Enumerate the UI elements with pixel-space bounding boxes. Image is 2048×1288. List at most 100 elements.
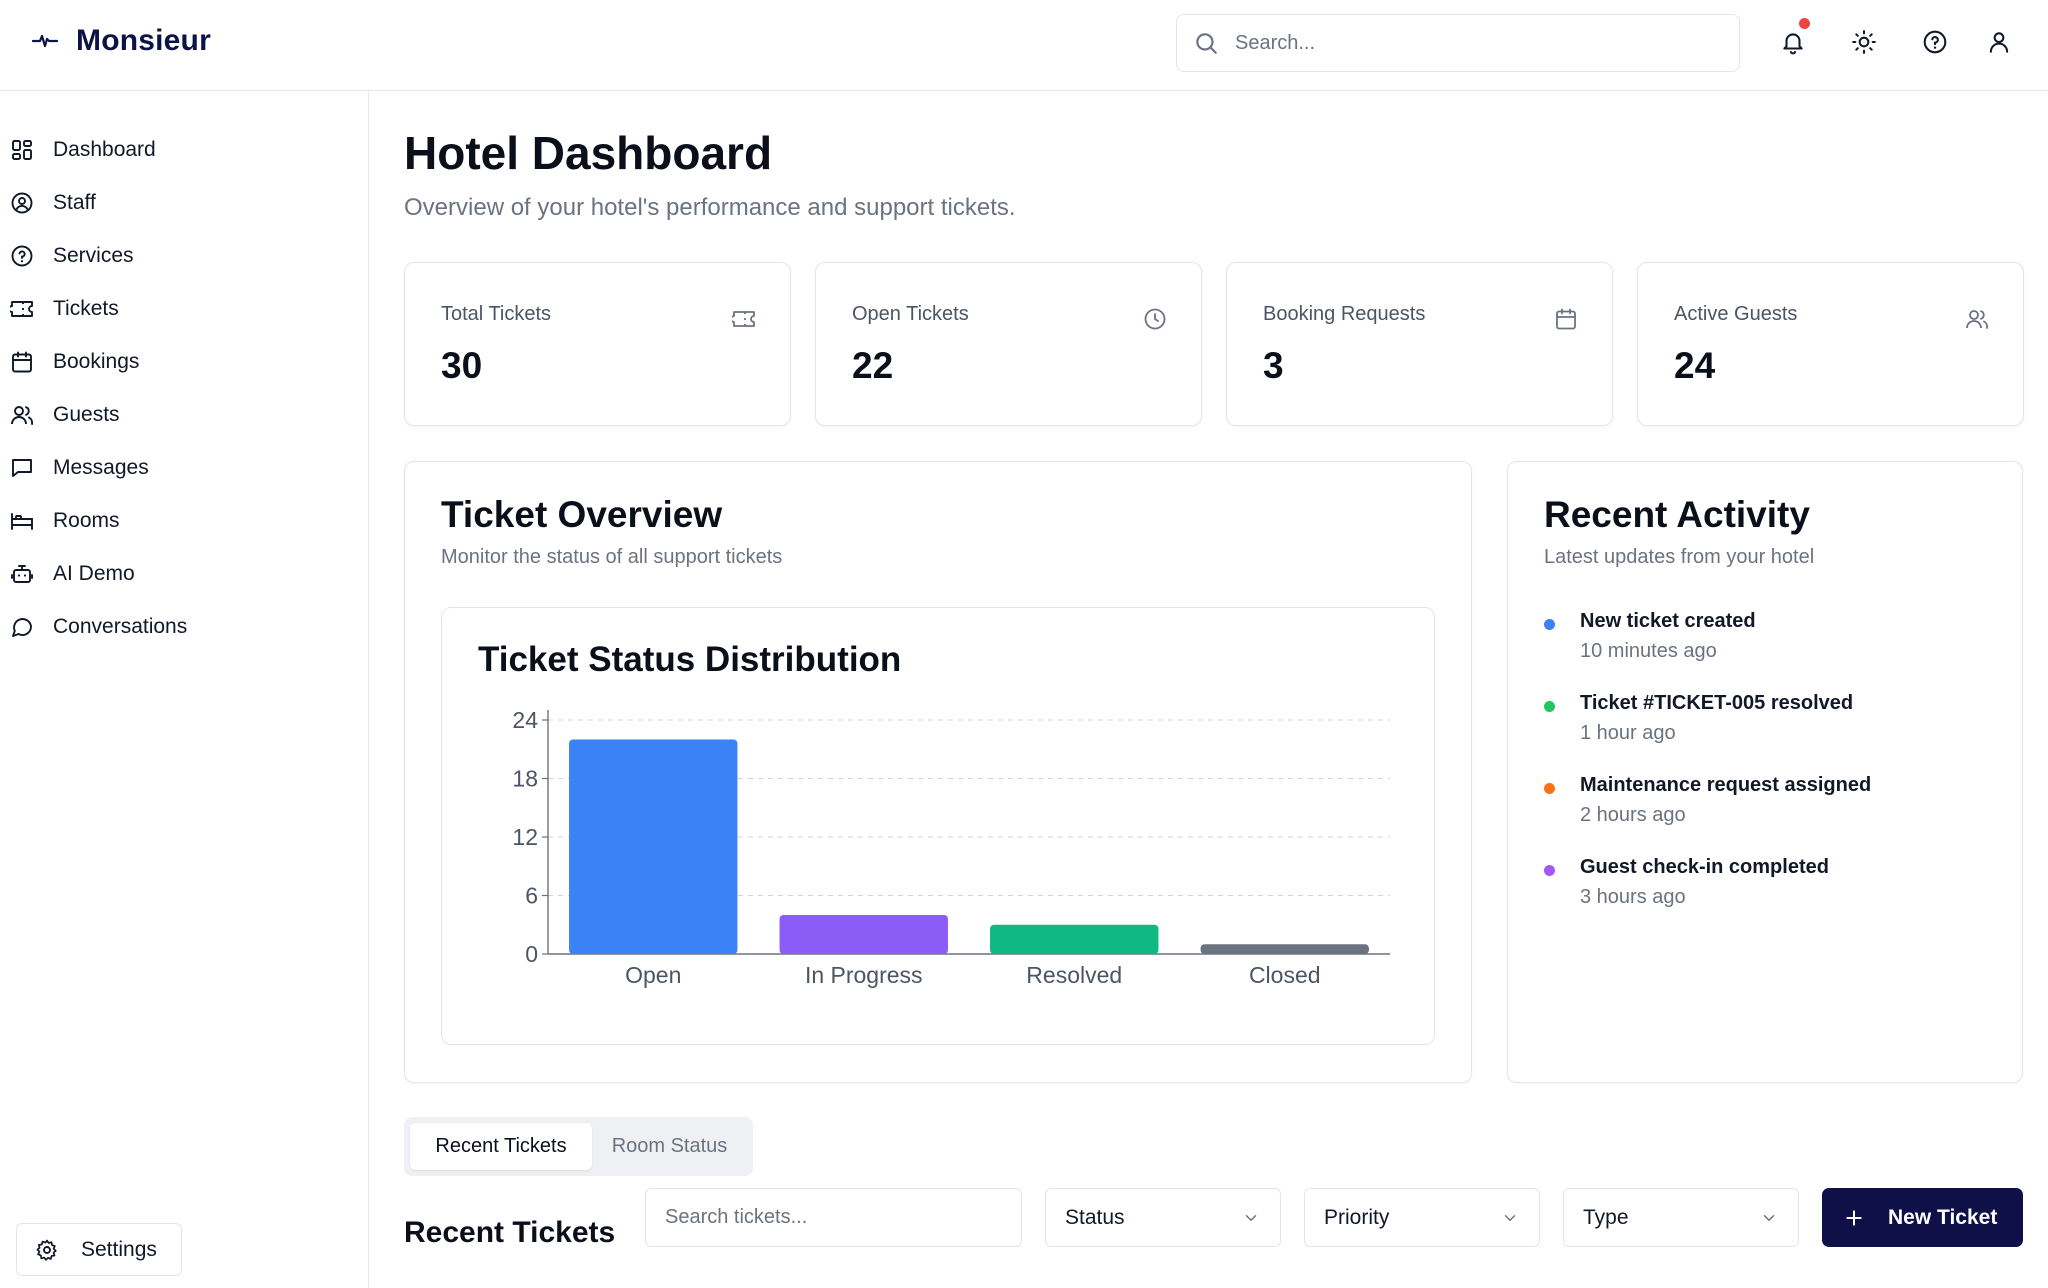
sidebar-item-tickets[interactable]: Tickets: [10, 289, 119, 329]
status-dot: [1544, 783, 1555, 794]
sidebar-item-messages[interactable]: Messages: [10, 448, 149, 488]
x-tick-label: Closed: [1249, 962, 1321, 988]
stat-value: 3: [1263, 345, 1284, 386]
stat-card-total-tickets: Total Tickets 30: [404, 262, 791, 426]
status-filter-label: Status: [1065, 1205, 1125, 1229]
activity-title: Maintenance request assigned: [1580, 774, 1872, 796]
stat-label: Total Tickets: [441, 303, 552, 325]
ticket-status-chart: 0 6 12 18 24 Open In Progress Resolved Closed: [512, 707, 1390, 988]
bed-icon: [11, 513, 33, 530]
y-tick-label: 12: [512, 824, 538, 850]
recent-activity-subtitle: Latest updates from your hotel: [1544, 546, 1815, 568]
notifications-button[interactable]: [1777, 18, 1810, 58]
activity-time: 3 hours ago: [1580, 886, 1686, 908]
theme-toggle[interactable]: [1848, 26, 1880, 58]
sidebar: Dashboard Staff Services Tickets Booking…: [0, 91, 369, 1288]
bot-icon: [11, 565, 33, 583]
settings-label: Settings: [81, 1237, 157, 1261]
page-subtitle: Overview of your hotel's performance and…: [404, 194, 1016, 221]
stat-card-active-guests: Active Guests 24: [1637, 262, 2024, 426]
stat-label: Active Guests: [1674, 303, 1798, 325]
search-placeholder: Search...: [1235, 31, 1316, 54]
activity-title: Guest check-in completed: [1580, 856, 1829, 878]
sidebar-item-rooms[interactable]: Rooms: [10, 501, 120, 541]
stat-value: 24: [1674, 345, 1716, 386]
top-bar: Monsieur Search...: [0, 0, 2048, 91]
priority-filter[interactable]: Priority: [1304, 1188, 1540, 1247]
y-tick-label: 0: [525, 941, 538, 967]
ticket-icon: [732, 311, 755, 327]
priority-filter-label: Priority: [1324, 1205, 1390, 1229]
stat-card-booking-requests: Booking Requests 3: [1226, 262, 1613, 426]
type-filter[interactable]: Type: [1563, 1188, 1799, 1247]
profile-button[interactable]: [1983, 26, 2015, 58]
tab-room-status[interactable]: Room Status: [592, 1123, 747, 1170]
chevron-down-icon: [1245, 1215, 1257, 1221]
bar-in-progress: [779, 915, 948, 954]
stat-label: Open Tickets: [852, 303, 969, 325]
sidebar-item-label: AI Demo: [53, 562, 135, 585]
calendar-icon: [12, 351, 32, 373]
sidebar-item-conversations[interactable]: Conversations: [10, 607, 187, 647]
help-circle-icon: [11, 245, 33, 267]
sidebar-item-label: Messages: [53, 456, 149, 479]
logo[interactable]: Monsieur: [32, 24, 211, 58]
x-tick-label: Resolved: [1026, 962, 1122, 988]
sidebar-item-ai-demo[interactable]: AI Demo: [10, 554, 135, 594]
recent-tickets-title: Recent Tickets: [404, 1216, 616, 1249]
dashboard-icon: [12, 140, 32, 160]
sun-icon: [1852, 30, 1876, 54]
activity-title: New ticket created: [1580, 610, 1756, 632]
user-icon: [1989, 32, 2009, 53]
bar-resolved: [990, 924, 1159, 954]
stat-card-open-tickets: Open Tickets 22: [815, 262, 1202, 426]
recent-activity-card: Recent Activity Latest updates from your…: [1507, 461, 2023, 1083]
tab-recent-tickets[interactable]: Recent Tickets: [410, 1123, 592, 1170]
sidebar-item-dashboard[interactable]: Dashboard: [10, 130, 156, 170]
x-tick-label: Open: [625, 962, 681, 988]
gear-icon: [36, 1239, 57, 1261]
bar-closed: [1200, 944, 1369, 954]
chevron-down-icon: [1763, 1215, 1775, 1221]
type-filter-label: Type: [1583, 1205, 1629, 1229]
users-icon: [1966, 310, 1988, 329]
tickets-search-input[interactable]: Search tickets...: [645, 1188, 1022, 1247]
help-icon: [1923, 30, 1947, 54]
new-ticket-label: New Ticket: [1888, 1205, 1998, 1229]
sidebar-item-label: Bookings: [53, 350, 140, 373]
bar-open: [569, 739, 738, 954]
sidebar-item-staff[interactable]: Staff: [10, 183, 96, 223]
activity-time: 10 minutes ago: [1580, 640, 1717, 662]
view-tabs: Recent Tickets Room Status: [404, 1117, 753, 1176]
recent-activity-title: Recent Activity: [1544, 494, 1810, 535]
y-tick-label: 24: [512, 707, 538, 733]
logo-icon: [32, 34, 58, 48]
search-icon: [1196, 33, 1217, 54]
sidebar-item-services[interactable]: Services: [10, 236, 134, 276]
app-name: Monsieur: [76, 24, 211, 57]
y-tick-label: 18: [512, 766, 538, 792]
status-dot: [1544, 865, 1555, 876]
sidebar-item-bookings[interactable]: Bookings: [10, 342, 139, 382]
ticket-overview-subtitle: Monitor the status of all support ticket…: [441, 546, 783, 568]
status-filter[interactable]: Status: [1045, 1188, 1281, 1247]
sidebar-item-label: Rooms: [53, 509, 120, 532]
sidebar-item-label: Conversations: [53, 615, 188, 638]
settings-button[interactable]: Settings: [16, 1223, 182, 1276]
help-button[interactable]: [1919, 26, 1951, 58]
chevron-down-icon: [1504, 1215, 1516, 1221]
calendar-icon: [1556, 308, 1576, 330]
sidebar-item-label: Tickets: [53, 297, 119, 320]
global-search[interactable]: Search...: [1176, 14, 1740, 72]
sidebar-item-guests[interactable]: Guests: [10, 395, 120, 435]
ticket-icon: [10, 301, 33, 317]
sidebar-item-label: Dashboard: [53, 138, 156, 161]
ticket-status-chart-card: Ticket Status Distribution 0 6 12 18 24 Open I…: [441, 607, 1435, 1045]
x-tick-label: In Progress: [805, 962, 923, 988]
page-title: Hotel Dashboard: [404, 127, 773, 179]
message-circle-icon: [12, 618, 32, 637]
new-ticket-button[interactable]: New Ticket: [1822, 1188, 2023, 1247]
message-square-icon: [12, 459, 32, 477]
activity-time: 1 hour ago: [1580, 722, 1676, 744]
status-dot: [1544, 701, 1555, 712]
